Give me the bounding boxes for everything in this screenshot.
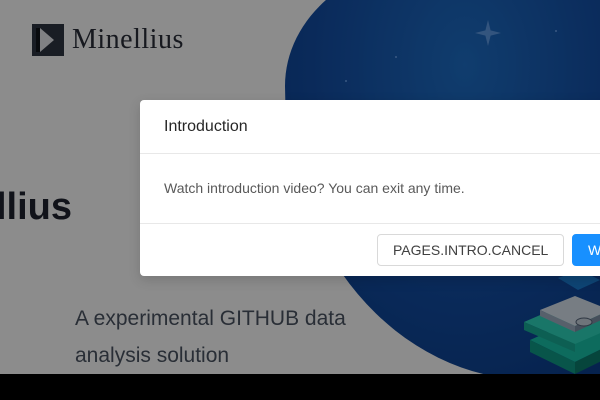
dialog-message: Watch introduction video? You can exit a… [164, 180, 465, 196]
dialog-title: Introduction [164, 118, 248, 135]
bottom-black-bar [0, 374, 600, 400]
intro-dialog: Introduction Watch introduction video? Y… [140, 100, 600, 276]
dialog-header: Introduction [140, 100, 600, 154]
dialog-footer: PAGES.INTRO.CANCEL Watch [140, 224, 600, 276]
landing-page: Minellius Minellius A experimental GITHU… [0, 0, 600, 374]
cancel-button[interactable]: PAGES.INTRO.CANCEL [377, 234, 565, 266]
dialog-body: Watch introduction video? You can exit a… [140, 154, 600, 224]
watch-button[interactable]: Watch [572, 234, 600, 266]
